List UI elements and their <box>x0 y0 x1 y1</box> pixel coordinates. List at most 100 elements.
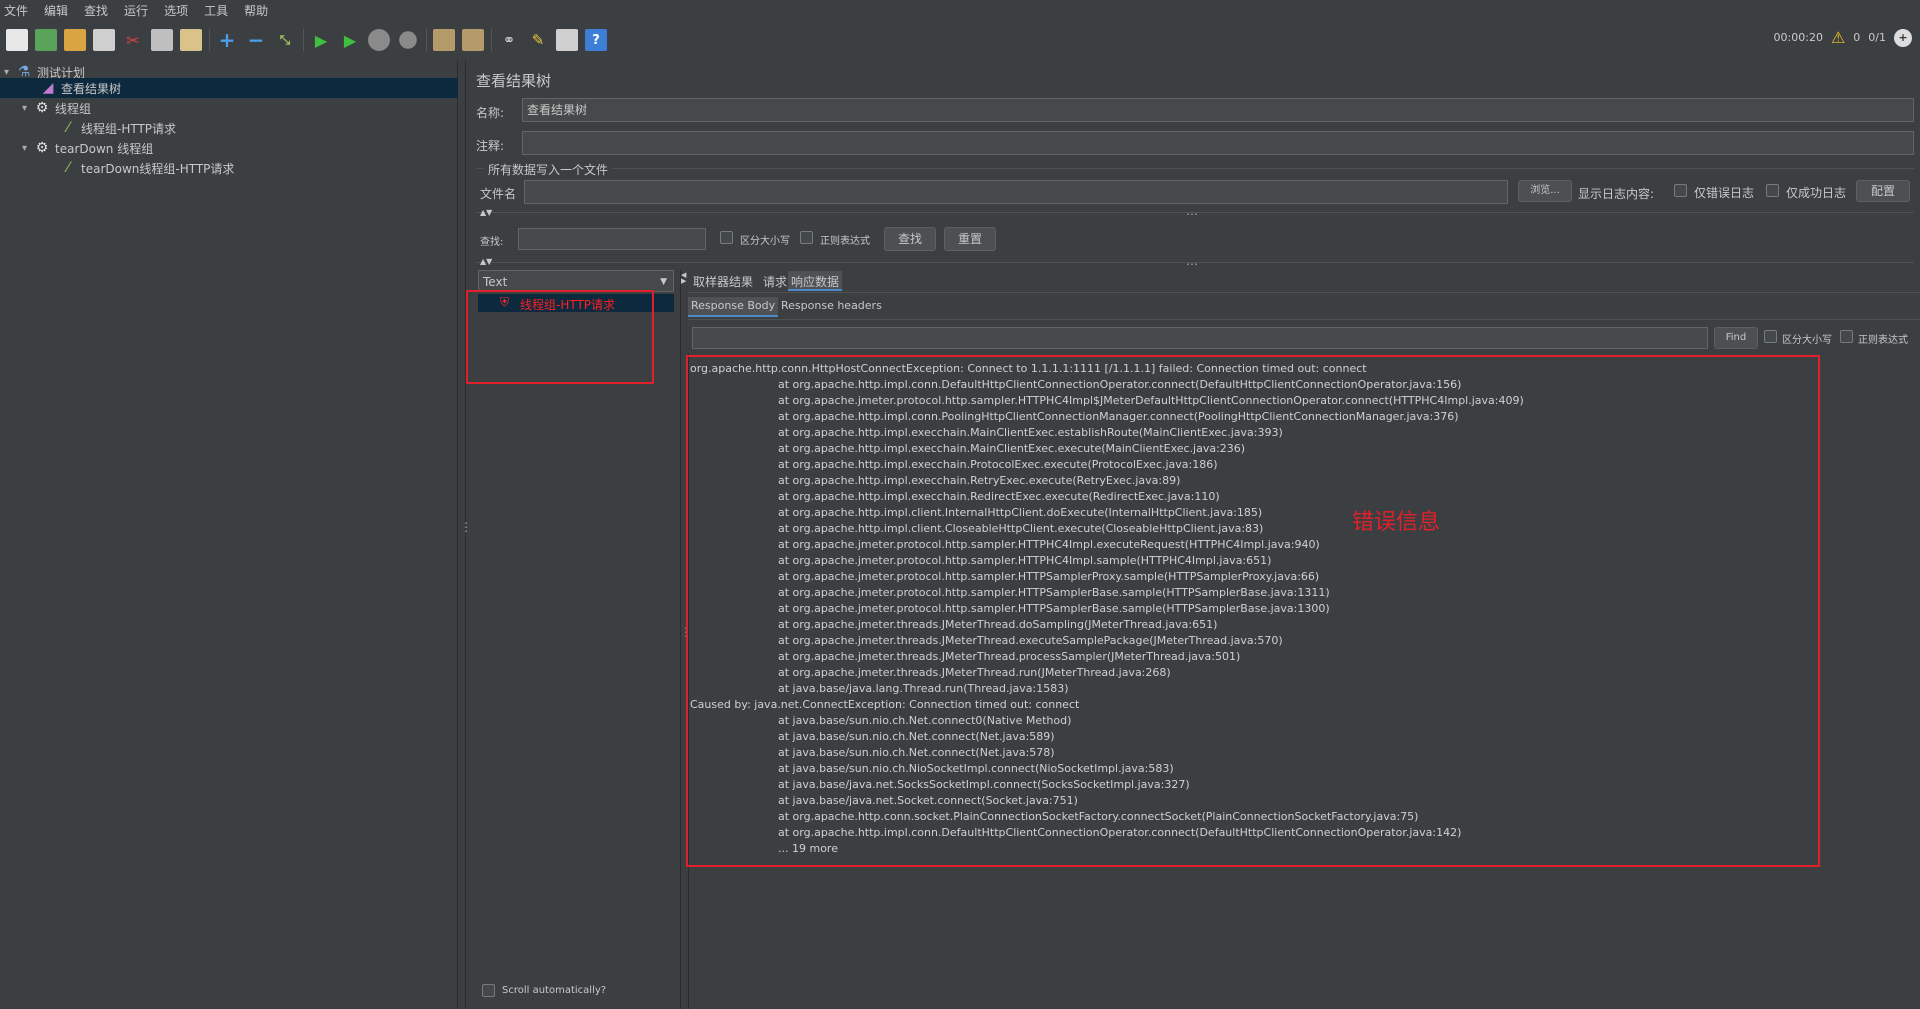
search-icon[interactable]: ⚭ <box>498 29 520 51</box>
pipette-icon: ⁄ <box>66 160 70 176</box>
chevron-down-icon[interactable]: ▾ <box>22 103 34 114</box>
error-annotation: 错误信息 <box>1352 510 1441 535</box>
tab-sampler-result[interactable]: 取样器结果 <box>690 271 756 291</box>
find-button[interactable]: 查找 <box>884 227 936 251</box>
filename-label: 文件名 <box>480 187 517 201</box>
response-case-checkbox[interactable] <box>1764 330 1777 343</box>
toolbar-divider <box>209 29 210 51</box>
copy-icon[interactable] <box>151 29 173 51</box>
config-button[interactable]: 配置 <box>1856 180 1910 202</box>
function-helper-icon[interactable] <box>556 29 578 51</box>
highlight-box-sample <box>466 290 654 384</box>
log-display-label: 显示日志内容: <box>1578 187 1655 201</box>
reset-button[interactable]: 重置 <box>944 227 996 251</box>
response-regex-checkbox[interactable] <box>1840 330 1853 343</box>
toolbar-divider <box>426 29 427 51</box>
success-only-checkbox[interactable] <box>1766 184 1779 197</box>
pipette-icon: ⁄ <box>66 120 70 136</box>
collapse-arrows-icon[interactable]: ◀ ▶ <box>681 272 686 285</box>
browse-button[interactable]: 浏览... <box>1518 180 1572 202</box>
chevron-down-icon: ▼ <box>660 277 667 287</box>
highlight-box-error <box>686 355 1820 867</box>
toggle-icon[interactable]: ⤡ <box>274 29 296 51</box>
start-icon[interactable]: ▶ <box>310 29 332 51</box>
paste-icon[interactable] <box>180 29 202 51</box>
tree-node-label: tearDown 线程组 <box>55 141 154 156</box>
case-sensitive-label: 区分大小写 <box>740 236 790 247</box>
collapse-arrows-icon[interactable]: ▲▼ <box>480 257 492 266</box>
warning-count: 0 <box>1853 31 1861 44</box>
errors-only-checkbox[interactable] <box>1674 184 1687 197</box>
menu-edit[interactable]: 编辑 <box>44 2 68 19</box>
collapse-icon[interactable]: − <box>245 28 267 52</box>
splitter-line <box>680 270 681 1009</box>
gear-icon: ⚙ <box>35 140 49 156</box>
menu-tools[interactable]: 工具 <box>204 2 228 19</box>
file-section-title: 所有数据写入一个文件 <box>484 161 613 178</box>
search-input[interactable] <box>518 228 706 250</box>
renderer-value: Text <box>483 275 508 289</box>
renderer-select[interactable]: Text ▼ <box>478 270 674 292</box>
regex-checkbox[interactable] <box>800 231 813 244</box>
success-only-label: 仅成功日志 <box>1786 186 1847 200</box>
menu-help[interactable]: 帮助 <box>244 2 268 19</box>
open-icon[interactable] <box>64 29 86 51</box>
templates-icon[interactable] <box>35 29 57 51</box>
subtab-response-body[interactable]: Response Body <box>688 297 779 317</box>
subtab-response-headers[interactable]: Response headers <box>778 297 885 317</box>
menu-run[interactable]: 运行 <box>124 2 148 19</box>
tab-response-data[interactable]: 响应数据 <box>788 271 843 291</box>
toolbar: ✂ + − ⤡ ▶ ▶ ⚭ ✎ ? <box>0 20 1920 60</box>
menu-search[interactable]: 查找 <box>84 2 108 19</box>
response-find-button[interactable]: Find <box>1714 327 1758 349</box>
response-search-input[interactable] <box>692 327 1708 349</box>
menu-file[interactable]: 文件 <box>4 2 28 19</box>
tab-request[interactable]: 请求 <box>760 271 790 291</box>
remote-start-icon[interactable]: + <box>1894 28 1912 47</box>
new-icon[interactable] <box>6 29 28 51</box>
start-no-pause-icon[interactable]: ▶ <box>339 29 361 51</box>
name-field[interactable]: 查看结果树 <box>522 98 1914 122</box>
clear-icon[interactable] <box>433 29 455 51</box>
response-case-label: 区分大小写 <box>1782 335 1832 346</box>
tree-node-teardown-http-request[interactable]: ⁄ tearDown线程组-HTTP请求 <box>60 158 458 178</box>
drag-handle-icon[interactable]: ⋯ <box>1186 258 1198 270</box>
scroll-auto-checkbox[interactable] <box>482 984 495 997</box>
tree-node-teardown-group[interactable]: ▾ ⚙ tearDown 线程组 <box>22 138 458 158</box>
chart-icon: ◢ <box>42 80 54 96</box>
gear-icon: ⚙ <box>35 100 49 116</box>
clear-all-icon[interactable] <box>462 29 484 51</box>
scroll-auto-label: Scroll automatically? <box>502 985 607 996</box>
expand-icon[interactable]: + <box>216 28 238 52</box>
case-sensitive-checkbox[interactable] <box>720 231 733 244</box>
stop-icon[interactable] <box>368 29 390 51</box>
tree-node-label: 线程组-HTTP请求 <box>81 121 177 136</box>
elapsed-time: 00:00:20 <box>1773 31 1823 44</box>
drag-handle-icon[interactable]: ⋯ <box>1186 208 1198 220</box>
section-border <box>476 168 1914 169</box>
save-icon[interactable] <box>93 29 115 51</box>
toolbar-divider <box>491 29 492 51</box>
chevron-down-icon[interactable]: ▾ <box>4 67 16 78</box>
warning-icon[interactable]: ⚠ <box>1831 28 1845 47</box>
chevron-down-icon[interactable]: ▾ <box>22 143 34 154</box>
collapse-arrows-icon[interactable]: ▲▼ <box>480 208 492 217</box>
search-label: 查找: <box>480 237 504 248</box>
shutdown-icon[interactable] <box>399 31 417 49</box>
help-icon[interactable]: ? <box>585 29 607 51</box>
menu-bar: 文件 编辑 查找 运行 选项 工具 帮助 <box>0 0 1920 20</box>
comment-label: 注释: <box>476 139 505 153</box>
response-regex-label: 正则表达式 <box>1858 335 1908 346</box>
tree-node-http-request[interactable]: ⁄ 线程组-HTTP请求 <box>60 118 458 138</box>
tabs-divider <box>688 292 1920 293</box>
filename-field[interactable] <box>524 180 1508 204</box>
vertical-splitter[interactable]: ⋮ <box>458 60 472 1009</box>
cut-icon[interactable]: ✂ <box>122 29 144 51</box>
tree-node-thread-group[interactable]: ▾ ⚙ 线程组 <box>22 98 458 118</box>
comment-field[interactable] <box>522 131 1914 155</box>
tree-node-label: 线程组 <box>55 101 92 116</box>
reset-search-icon[interactable]: ✎ <box>527 29 549 51</box>
tree-node-view-results-tree[interactable]: ◢ 查看结果树 <box>0 78 458 98</box>
errors-only-label: 仅错误日志 <box>1694 186 1755 200</box>
menu-options[interactable]: 选项 <box>164 2 188 19</box>
